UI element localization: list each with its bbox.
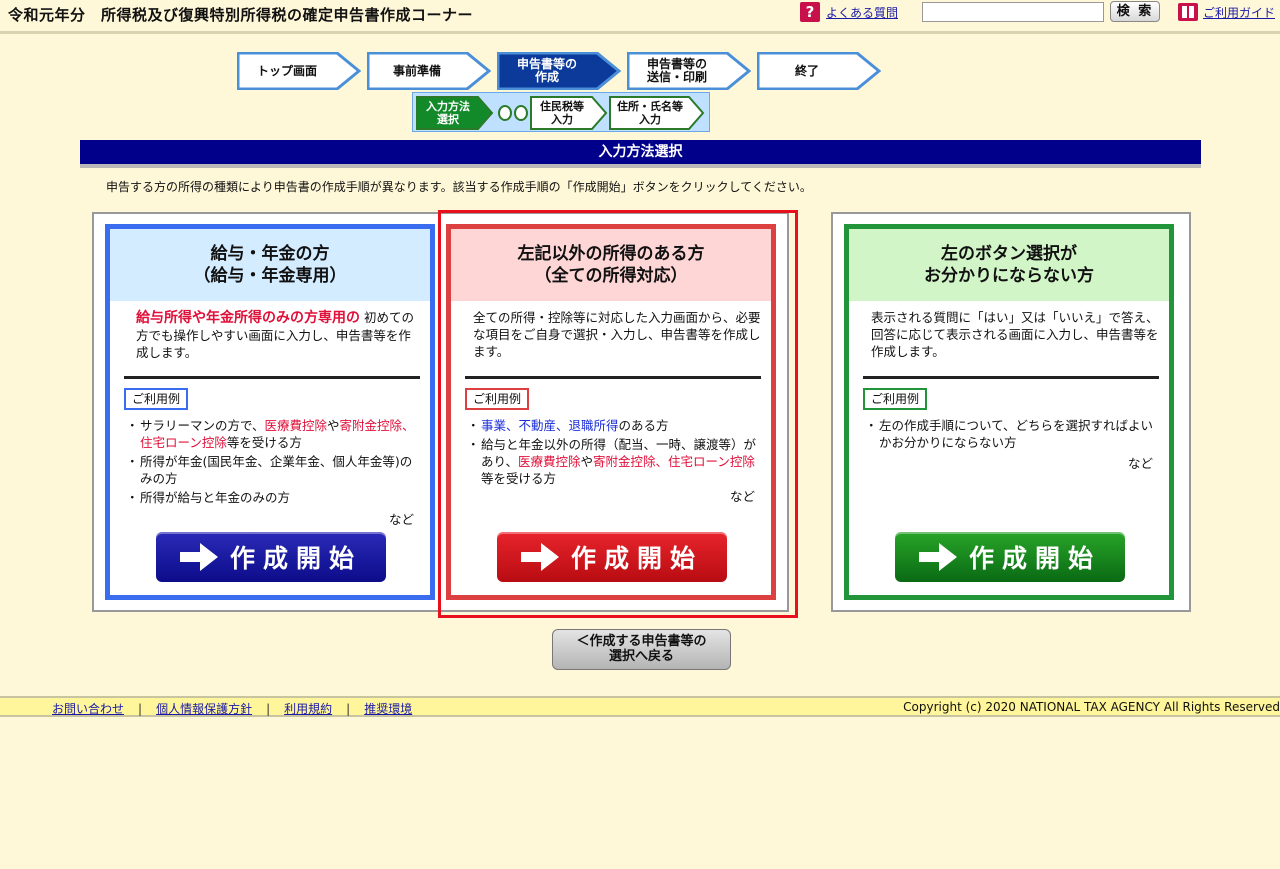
app-title: 令和元年分 所得税及び復興特別所得税の確定申告書作成コーナー [8,6,474,24]
step-label: 終了 [794,63,819,78]
arrow-right-icon [179,543,218,571]
usage-example-list: 左の作成手順について、どちらを選択すればよいかお分かりにならない方 [865,417,1161,453]
search-button[interactable]: 検 索 [1110,1,1160,22]
etc-note: など [388,512,414,527]
progress-circle-icon [498,105,512,121]
progress-circle-icon [514,105,528,121]
selection-highlight [438,210,798,618]
etc-note: など [1127,456,1153,471]
footer-separator: | [346,702,351,716]
copyright-text: Copyright (c) 2020 NATIONAL TAX AGENCY A… [903,700,1280,714]
card-description-emphasis: 給与所得や年金所得のみの方専用の [136,310,360,326]
book-icon[interactable] [1178,3,1198,21]
card-description: 給与所得や年金所得のみの方専用の 初めての方でも操作しやすい画面に入力し、申告書… [136,309,418,361]
footer-link-contact[interactable]: お問い合わせ [52,702,124,716]
substep-label: 住民税等 入力 [540,100,584,126]
footer-bar: お問い合わせ | 個人情報保護方針 | 利用規約 | 推奨環境 Copyright (c) … [0,696,1280,717]
step-label: トップ画面 [256,63,317,78]
card-unsure: 左のボタン選択が お分かりにならない方 表示される質問に「はい」又は「いいえ」で… [844,224,1174,600]
step-label: 申告書等の 作成 [516,57,577,84]
card-title: 左のボタン選択が お分かりにならない方 [849,229,1169,301]
card-divider [124,376,420,379]
list-item: 所得が給与と年金のみの方 [126,489,422,506]
question-icon[interactable]: ? [800,2,820,22]
start-button-label: 作成開始 [968,544,1101,573]
usage-example-label: ご利用例 [124,388,189,410]
substep-label: 住所・氏名等 入力 [617,100,683,126]
step-label: 事前準備 [392,63,441,78]
list-item: 左の作成手順について、どちらを選択すればよいかお分かりにならない方 [865,417,1161,451]
start-button-salary[interactable]: 作成開始 [156,532,386,582]
instruction-text: 申告する方の所得の種類により申告書の作成手順が異なります。該当する作成手順の「作… [106,180,812,194]
footer-separator: | [138,702,143,716]
title-divider [80,164,1201,168]
faq-link[interactable]: よくある質問 [826,4,898,21]
substep-label: 入力方法 選択 [426,100,470,126]
usage-guide-link[interactable]: ご利用ガイド [1203,4,1275,21]
search-input[interactable] [922,2,1104,22]
usage-example-list: サラリーマンの方で、医療費控除や寄附金控除、住宅ローン控除等を受ける方 所得が年… [126,417,422,508]
list-item: サラリーマンの方で、医療費控除や寄附金控除、住宅ローン控除等を受ける方 [126,417,422,451]
page-title: 入力方法選択 [80,140,1201,164]
list-item: 所得が年金(国民年金、企業年金、個人年金等)のみの方 [126,453,422,487]
start-button-label: 作成開始 [229,544,362,573]
footer-link-terms[interactable]: 利用規約 [284,702,332,716]
header-bar: 令和元年分 所得税及び復興特別所得税の確定申告書作成コーナー ? よくある質問 … [0,0,1280,34]
card-title: 給与・年金の方 （給与・年金専用） [110,229,430,301]
start-button-unsure[interactable]: 作成開始 [895,532,1125,582]
arrow-right-icon [918,543,957,571]
card-divider [863,376,1159,379]
footer-link-environment[interactable]: 推奨環境 [364,702,412,716]
usage-example-label: ご利用例 [863,388,928,410]
footer-separator: | [266,702,271,716]
footer-link-privacy[interactable]: 個人情報保護方針 [156,702,252,716]
footer-links: お問い合わせ | 個人情報保護方針 | 利用規約 | 推奨環境 [52,700,412,717]
back-to-return-selection-button[interactable]: ＜作成する申告書等の 選択へ戻る [552,629,731,670]
substep-bar: 入力方法 選択 住民税等 入力 住所・氏名等 入力 [412,92,710,132]
card-salary-pension: 給与・年金の方 （給与・年金専用） 給与所得や年金所得のみの方専用の 初めての方… [105,224,435,600]
card-description: 表示される質問に「はい」又は「いいえ」で答え、回答に応じて表示される画面に入力し… [871,310,1159,359]
step-label: 申告書等の 送信・印刷 [646,57,707,84]
